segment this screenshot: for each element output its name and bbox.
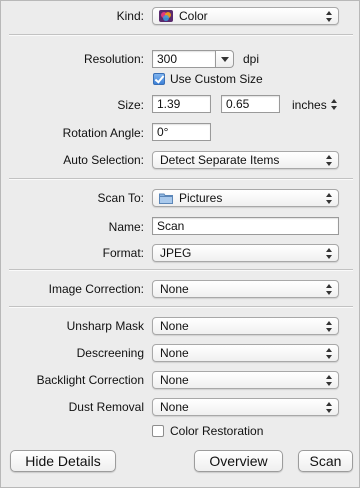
resolution-unit: dpi xyxy=(243,52,260,66)
image-correction-value: None xyxy=(160,282,189,296)
name-label: Name: xyxy=(108,220,144,234)
scan-to-popup[interactable]: Pictures xyxy=(152,189,339,207)
size-width-input[interactable]: 1.39 xyxy=(152,95,211,113)
resolution-label: Resolution: xyxy=(83,52,144,66)
separator xyxy=(9,178,353,180)
backlight-correction-label: Backlight Correction xyxy=(36,373,144,387)
separator xyxy=(9,34,353,36)
format-label: Format: xyxy=(102,246,144,260)
backlight-correction-value: None xyxy=(160,373,189,387)
auto-selection-value: Detect Separate Items xyxy=(160,153,280,167)
rotation-label: Rotation Angle: xyxy=(62,126,144,140)
auto-selection-label: Auto Selection: xyxy=(63,153,144,167)
hide-details-button[interactable]: Hide Details xyxy=(10,450,116,472)
dust-removal-label: Dust Removal xyxy=(68,400,144,414)
image-correction-label: Image Correction: xyxy=(48,282,144,296)
rotation-input[interactable]: 0° xyxy=(152,123,211,141)
dust-removal-popup[interactable]: None xyxy=(152,398,339,416)
backlight-correction-popup[interactable]: None xyxy=(152,371,339,389)
size-height-input[interactable]: 0.65 xyxy=(221,95,280,113)
folder-icon xyxy=(159,192,173,204)
descreening-value: None xyxy=(160,346,189,360)
descreening-popup[interactable]: None xyxy=(152,344,339,362)
popup-arrows-icon xyxy=(326,155,332,166)
unsharp-mask-value: None xyxy=(160,319,189,333)
resolution-input[interactable]: 300 xyxy=(152,50,216,68)
popup-arrows-icon xyxy=(326,321,332,332)
popup-arrows-icon xyxy=(326,248,332,259)
name-input[interactable]: Scan xyxy=(152,217,339,235)
color-kind-icon xyxy=(159,10,173,22)
custom-size-label: Use Custom Size xyxy=(170,72,263,86)
dust-removal-value: None xyxy=(160,400,189,414)
popup-arrows-icon xyxy=(326,402,332,413)
unsharp-mask-label: Unsharp Mask xyxy=(66,319,144,333)
resolution-dropdown-button[interactable] xyxy=(216,50,234,68)
kind-label: Kind: xyxy=(116,9,144,23)
scan-settings-panel: Kind: Color Resolution: 300 dpi Use Cust… xyxy=(0,0,360,488)
overview-button[interactable]: Overview xyxy=(194,450,283,472)
color-restoration-checkbox[interactable] xyxy=(152,425,164,437)
descreening-label: Descreening xyxy=(76,346,144,360)
separator xyxy=(9,269,353,271)
scan-to-label: Scan To: xyxy=(97,191,144,205)
separator xyxy=(9,306,353,308)
size-label: Size: xyxy=(117,98,144,112)
scan-button[interactable]: Scan xyxy=(298,450,353,472)
popup-arrows-icon xyxy=(326,375,332,386)
popup-arrows-icon xyxy=(326,284,332,295)
size-unit: inches xyxy=(292,98,327,112)
image-correction-popup[interactable]: None xyxy=(152,280,339,298)
popup-arrows-icon xyxy=(326,193,332,204)
unit-stepper-icon[interactable] xyxy=(331,99,337,110)
format-popup[interactable]: JPEG xyxy=(152,244,339,262)
custom-size-checkbox[interactable] xyxy=(153,73,165,85)
color-restoration-label: Color Restoration xyxy=(170,424,264,438)
popup-arrows-icon xyxy=(326,348,332,359)
format-value: JPEG xyxy=(160,246,192,260)
auto-selection-popup[interactable]: Detect Separate Items xyxy=(152,151,339,169)
popup-arrows-icon xyxy=(326,11,332,22)
kind-value: Color xyxy=(179,9,208,23)
unsharp-mask-popup[interactable]: None xyxy=(152,317,339,335)
kind-popup[interactable]: Color xyxy=(152,7,339,25)
scan-to-value: Pictures xyxy=(179,191,223,205)
